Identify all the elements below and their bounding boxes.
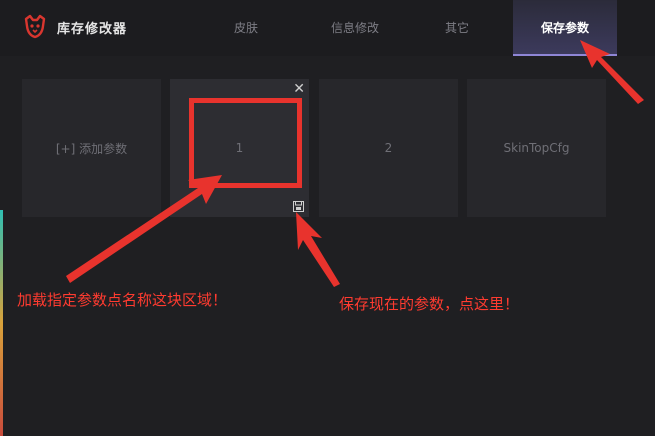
close-icon[interactable]: ✕	[293, 81, 305, 97]
tab-save-params[interactable]: 保存参数	[513, 0, 617, 56]
param-card-2[interactable]: 2	[319, 79, 458, 217]
param-name[interactable]: 2	[385, 141, 393, 155]
tab-other[interactable]: 其它	[418, 0, 496, 56]
save-icon[interactable]	[293, 201, 304, 212]
param-card-skintopcfg[interactable]: SkinTopCfg	[467, 79, 606, 217]
tab-skin[interactable]: 皮肤	[207, 0, 285, 56]
arrow-save	[296, 212, 340, 287]
param-name[interactable]: SkinTopCfg	[504, 141, 570, 155]
tab-info-edit[interactable]: 信息修改	[316, 0, 394, 56]
bear-logo-icon	[24, 14, 46, 39]
top-bar: 库存修改器 皮肤 信息修改 其它 保存参数	[0, 0, 655, 56]
param-name[interactable]: 1	[236, 141, 244, 155]
add-param-card[interactable]: [+] 添加参数	[22, 79, 161, 217]
app-title: 库存修改器	[57, 22, 128, 37]
left-edge-strip	[0, 210, 3, 436]
annotation-arrows	[66, 40, 644, 287]
save-hint-text: 保存现在的参数，点这里！	[339, 295, 520, 313]
add-param-label: [+] 添加参数	[55, 141, 128, 156]
load-hint-text: 加载指定参数点名称这块区域！	[17, 291, 228, 309]
param-card-1[interactable]: 1 ✕	[170, 79, 309, 217]
